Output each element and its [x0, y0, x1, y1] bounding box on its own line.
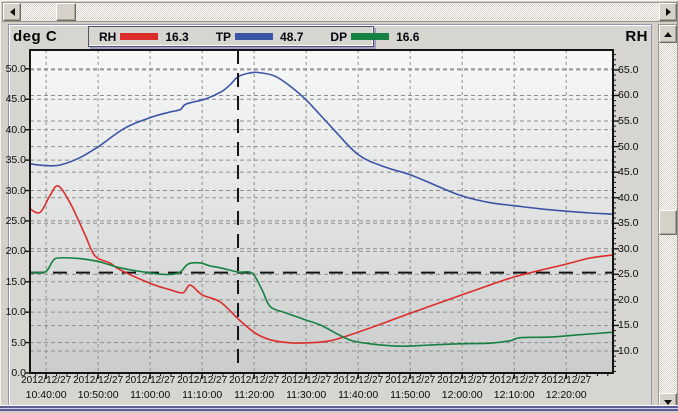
plot-area[interactable] — [0, 0, 678, 413]
y-axis-right-tick-label: 50.0 — [618, 141, 648, 153]
y-axis-right-tick-label: 10.0 — [618, 345, 648, 357]
y-axis-left-tick-label: 45.0 — [0, 93, 26, 105]
y-axis-right-tick-label: 55.0 — [618, 115, 648, 127]
chart-window: deg C RH RH16.3TP48.7DP16.6 50.045.040.0… — [0, 0, 678, 413]
y-axis-right-tick-label: 40.0 — [618, 192, 648, 204]
y-axis-left-tick-label: 50.0 — [0, 63, 26, 75]
x-axis-time-label: 12:20:00 — [534, 389, 598, 401]
x-axis-date-label: 2012/12/27 — [534, 375, 598, 387]
y-axis-right-tick-label: 20.0 — [618, 294, 648, 306]
y-axis-left-tick-label: 10.0 — [0, 306, 26, 318]
y-axis-left-tick-label: 40.0 — [0, 124, 26, 136]
y-axis-left-tick-label: 35.0 — [0, 154, 26, 166]
y-axis-right-tick-label: 15.0 — [618, 319, 648, 331]
y-axis-right-tick-label: 35.0 — [618, 217, 648, 229]
y-axis-right-tick-label: 60.0 — [618, 89, 648, 101]
y-axis-right-tick-label: 45.0 — [618, 166, 648, 178]
y-axis-right-tick-label: 25.0 — [618, 268, 648, 280]
y-axis-right-tick-label: 65.0 — [618, 64, 648, 76]
y-axis-left-tick-label: 15.0 — [0, 276, 26, 288]
y-axis-right-tick-label: 30.0 — [618, 243, 648, 255]
y-axis-left-tick-label: 25.0 — [0, 215, 26, 227]
y-axis-left-tick-label: 20.0 — [0, 245, 26, 257]
y-axis-left-tick-label: 5.0 — [0, 337, 26, 349]
window-bottom-edge — [0, 405, 678, 413]
y-axis-left-tick-label: 30.0 — [0, 185, 26, 197]
